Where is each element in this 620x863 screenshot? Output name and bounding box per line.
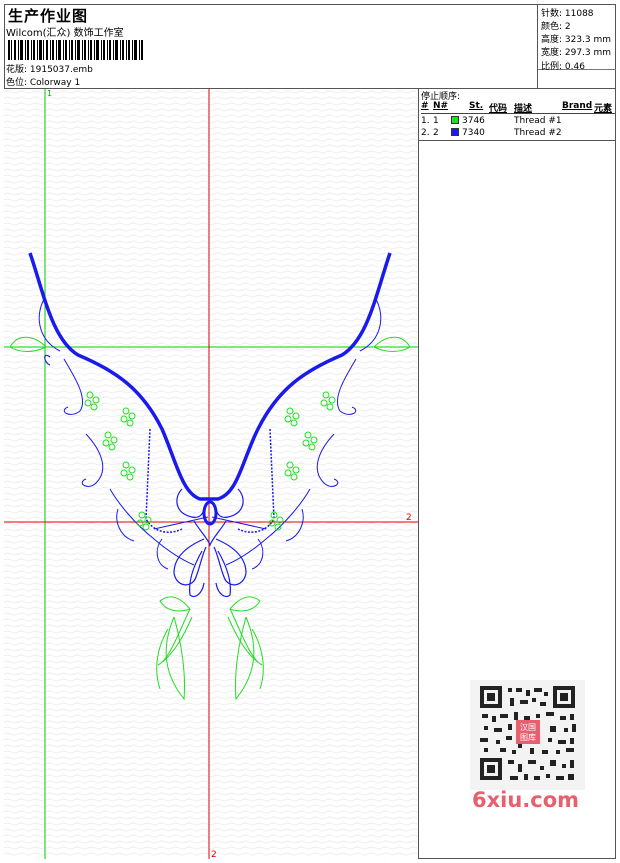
row-code: 7340: [462, 128, 485, 138]
design-height: 高度: 323.3 mm: [541, 35, 612, 45]
fabric-texture: [4, 89, 418, 859]
thread-swatch: [451, 116, 459, 124]
qr-stamp-text-1: 汉国: [520, 723, 536, 732]
qr-code-icon: 汉国 图库: [470, 680, 585, 790]
header: 生产作业图 Wilcom(汇众) 数饰工作室 花版: 1915037.emb 色…: [4, 4, 616, 89]
design-scale: 比例: 0.46: [541, 62, 585, 72]
thread-row: 2. 2 7340 Thread #2: [421, 128, 615, 139]
table-divider: [419, 140, 616, 141]
thread-row: 1. 1 3746 Thread #1: [421, 116, 615, 127]
guide-label-v1: 1: [47, 89, 52, 98]
col-n: N#: [433, 101, 449, 111]
col-element: 元素: [594, 104, 613, 114]
stats-panel: 针数: 11088 颜色: 2 高度: 323.3 mm 宽度: 297.3 m…: [537, 4, 616, 89]
row-code: 3746: [462, 116, 485, 126]
col-desc: 描述: [514, 104, 533, 114]
row-n: 2: [433, 128, 439, 138]
colorway-label: 色位: Colorway 1: [6, 78, 81, 88]
row-desc: Thread #2: [514, 128, 562, 138]
page-title: 生产作业图: [8, 7, 89, 25]
stop-sequence-columns: # N# St. 代码 描述 Brand 元素: [421, 101, 615, 114]
col-code: 代码: [489, 104, 508, 114]
design-canvas: 1 2 2: [4, 89, 418, 860]
row-index: 1.: [421, 116, 430, 126]
barcode-icon: [8, 40, 143, 60]
col-num: #: [421, 101, 429, 111]
guide-label-h2: 2: [406, 513, 412, 523]
embroidery-design: 1 2 2: [4, 89, 418, 860]
row-index: 2.: [421, 128, 430, 138]
qr-stamp-text-2: 图库: [520, 732, 536, 742]
col-brand: Brand: [562, 101, 593, 111]
design-width: 宽度: 297.3 mm: [541, 48, 612, 58]
row-n: 1: [433, 116, 439, 126]
color-count: 颜色: 2: [541, 22, 571, 32]
site-watermark: 6xiu.com: [472, 788, 580, 812]
studio-subtitle: Wilcom(汇众) 数饰工作室: [6, 28, 124, 39]
stitch-count: 针数: 11088: [541, 9, 594, 19]
guide-label-v2: 2: [211, 850, 217, 859]
thread-swatch: [451, 128, 459, 136]
design-file-label: 花版: 1915037.emb: [6, 65, 93, 75]
col-st: St.: [469, 101, 484, 111]
row-desc: Thread #1: [514, 116, 562, 126]
